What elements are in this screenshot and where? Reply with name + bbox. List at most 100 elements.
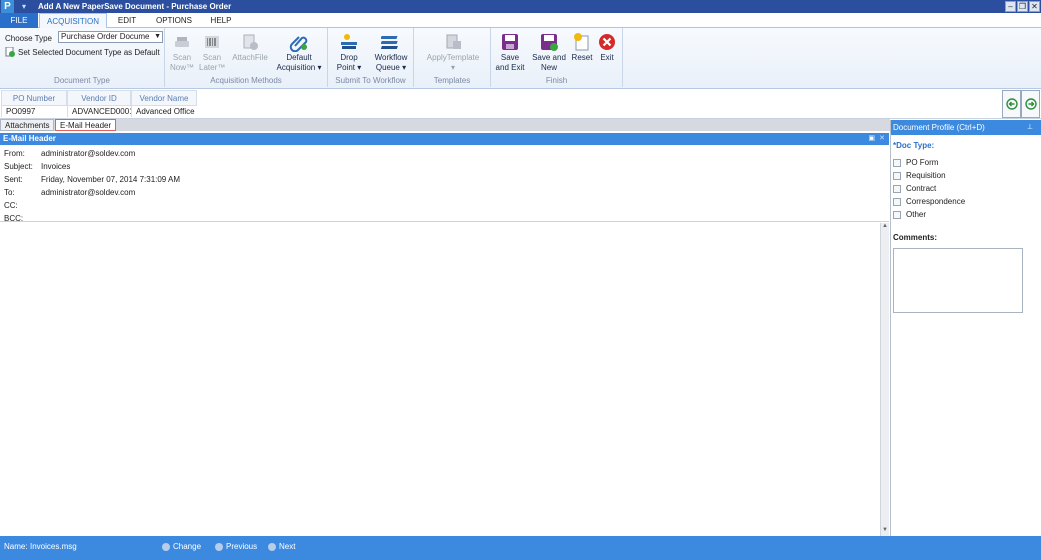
save-and-new-button[interactable]: Save and New bbox=[531, 32, 567, 73]
workflow-queue-label-2: Queue ▾ bbox=[375, 63, 407, 72]
column-header-vendor-name[interactable]: Vendor Name bbox=[131, 90, 197, 106]
close-icon[interactable]: ✕ bbox=[1029, 1, 1040, 12]
previous-document-button[interactable] bbox=[1002, 90, 1021, 118]
column-po-number: PO Number PO0997 bbox=[1, 90, 67, 118]
scan-now-button[interactable]: Scan Now™ bbox=[169, 32, 195, 73]
group-label-document-type: Document Type bbox=[54, 76, 110, 85]
email-from-row: From: administrator@soldev.com bbox=[4, 148, 135, 159]
sent-value: Friday, November 07, 2014 7:31:09 AM bbox=[41, 175, 181, 184]
save-new-label-1: Save and bbox=[532, 53, 566, 62]
checkbox[interactable] bbox=[893, 171, 901, 180]
scan-later-label-2: Later™ bbox=[199, 63, 226, 72]
menu-file[interactable]: FILE bbox=[0, 13, 38, 28]
scroll-down-icon[interactable]: ▼ bbox=[881, 527, 889, 536]
pin-icon[interactable]: ⊥ bbox=[1027, 120, 1033, 135]
group-templates: ApplyTemplate ▾ Templates bbox=[414, 28, 491, 87]
doc-type-correspondence[interactable]: Correspondence bbox=[893, 196, 965, 207]
document-tabs: Attachments E-Mail Header bbox=[0, 119, 890, 131]
save-and-exit-button[interactable]: Save and Exit bbox=[495, 32, 525, 73]
close-panel-icon[interactable]: ✕ bbox=[879, 133, 885, 145]
change-button[interactable]: Change bbox=[162, 536, 201, 558]
previous-button[interactable]: Previous bbox=[215, 536, 257, 558]
email-body-scrollbar[interactable]: ▲ ▼ bbox=[880, 223, 889, 536]
tab-email-header[interactable]: E-Mail Header bbox=[55, 119, 117, 131]
quick-access-dropdown-icon[interactable]: ▾ bbox=[17, 0, 31, 13]
checkbox[interactable] bbox=[893, 184, 901, 193]
doc-type-requisition[interactable]: Requisition bbox=[893, 170, 946, 181]
comments-textarea[interactable] bbox=[893, 248, 1023, 313]
apply-template-button[interactable]: ApplyTemplate ▾ bbox=[426, 32, 480, 73]
to-value: administrator@soldev.com bbox=[41, 188, 136, 197]
group-label-submit-to-workflow: Submit To Workflow bbox=[335, 76, 406, 85]
doc-type-label-requisition: Requisition bbox=[906, 171, 946, 180]
scan-later-label-1: Scan bbox=[202, 53, 222, 62]
choose-type-select[interactable]: Purchase Order Docume ▼ bbox=[58, 31, 163, 43]
email-cc-row: CC: bbox=[4, 200, 41, 211]
minimize-icon[interactable]: – bbox=[1005, 1, 1016, 12]
drop-point-label-2: Point ▾ bbox=[336, 63, 362, 72]
arrow-left-circle-icon bbox=[1005, 98, 1018, 110]
chevron-down-icon: ▼ bbox=[154, 33, 161, 40]
cell-vendor-id[interactable]: ADVANCED0001 bbox=[67, 106, 131, 117]
reset-button[interactable]: Reset bbox=[571, 32, 593, 63]
workflow-queue-icon bbox=[381, 36, 398, 49]
cell-po-number[interactable]: PO0997 bbox=[1, 106, 67, 117]
from-label: From: bbox=[4, 149, 25, 158]
file-name-value: Invoices.msg bbox=[30, 542, 77, 551]
to-label: To: bbox=[4, 188, 15, 197]
subject-value: Invoices bbox=[41, 162, 71, 171]
exit-button[interactable]: Exit bbox=[595, 32, 619, 63]
tab-edit[interactable]: EDIT bbox=[110, 13, 144, 28]
workflow-queue-button[interactable]: Workflow Queue ▾ bbox=[370, 32, 412, 73]
next-document-button[interactable] bbox=[1021, 90, 1040, 118]
next-button[interactable]: Next bbox=[268, 536, 295, 558]
save-exit-label-1: Save bbox=[500, 53, 520, 62]
from-value: administrator@soldev.com bbox=[41, 149, 136, 158]
scan-later-button[interactable]: Scan Later™ bbox=[199, 32, 225, 73]
choose-type-label: Choose Type bbox=[5, 34, 52, 43]
column-header-vendor-id[interactable]: Vendor ID bbox=[67, 90, 131, 106]
cell-vendor-name[interactable]: Advanced Office S bbox=[131, 106, 197, 117]
document-add-icon bbox=[5, 47, 15, 57]
group-submit-to-workflow: Drop Point ▾ Workflow Queue ▾ Submit To … bbox=[328, 28, 414, 87]
change-icon bbox=[162, 543, 170, 551]
drop-point-button[interactable]: Drop Point ▾ bbox=[334, 32, 364, 73]
doc-type-po-form[interactable]: PO Form bbox=[893, 157, 938, 168]
exit-label: Exit bbox=[600, 53, 614, 62]
checkbox[interactable] bbox=[893, 197, 901, 206]
restore-icon[interactable]: ❐ bbox=[1017, 1, 1028, 12]
pin-icon[interactable]: ▣ bbox=[868, 133, 875, 145]
checkbox[interactable] bbox=[893, 210, 901, 219]
doc-type-other[interactable]: Other bbox=[893, 209, 926, 220]
tab-attachments[interactable]: Attachments bbox=[0, 119, 55, 131]
checkbox[interactable] bbox=[893, 158, 901, 167]
apply-template-label: ApplyTemplate bbox=[426, 53, 480, 62]
default-acquisition-button[interactable]: Default Acquisition ▾ bbox=[273, 32, 325, 73]
attach-file-button[interactable]: AttachFile bbox=[229, 32, 271, 63]
doc-type-label: *Doc Type: bbox=[893, 141, 935, 150]
menu-bar: FILE ACQUISITION EDIT OPTIONS HELP bbox=[0, 13, 1041, 29]
name-label: Name: bbox=[4, 542, 28, 551]
group-label-finish: Finish bbox=[545, 76, 568, 85]
doc-type-label-po-form: PO Form bbox=[906, 158, 939, 167]
tab-acquisition[interactable]: ACQUISITION bbox=[39, 13, 107, 29]
column-header-po-number[interactable]: PO Number bbox=[1, 90, 67, 106]
email-body[interactable] bbox=[0, 223, 880, 536]
arrow-right-circle-icon bbox=[1024, 98, 1037, 110]
document-profile-panel: Document Profile (Ctrl+D) ⊥ *Doc Type: P… bbox=[890, 120, 1041, 536]
attach-file-icon bbox=[243, 34, 258, 50]
title-bar: P ▾ Add A New PaperSave Document - Purch… bbox=[0, 0, 1041, 13]
scanner-icon bbox=[175, 37, 189, 47]
email-to-row: To: administrator@soldev.com bbox=[4, 187, 135, 198]
document-profile-title: Document Profile (Ctrl+D) bbox=[893, 123, 985, 132]
set-default-button[interactable]: Set Selected Document Type as Default bbox=[5, 47, 160, 57]
scroll-up-icon[interactable]: ▲ bbox=[881, 223, 889, 232]
save-exit-label-2: and Exit bbox=[495, 63, 525, 72]
email-header-title: E-Mail Header bbox=[3, 134, 56, 143]
doc-type-contract[interactable]: Contract bbox=[893, 183, 936, 194]
ribbon: Choose Type Purchase Order Docume ▼ Set … bbox=[0, 28, 1041, 89]
doc-type-label-other: Other bbox=[906, 210, 927, 219]
tab-help[interactable]: HELP bbox=[205, 13, 237, 28]
status-bar: Name: Invoices.msg Change Previous Next bbox=[0, 536, 1041, 560]
tab-options[interactable]: OPTIONS bbox=[150, 13, 198, 28]
